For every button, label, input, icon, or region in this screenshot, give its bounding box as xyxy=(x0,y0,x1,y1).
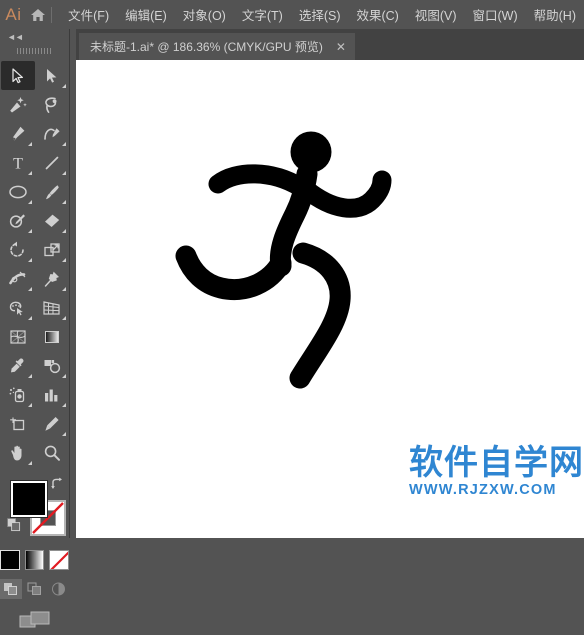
tool-column-graph[interactable] xyxy=(35,380,69,409)
menu-window[interactable]: 窗口(W) xyxy=(465,0,526,29)
flyout-indicator-icon xyxy=(27,403,32,407)
tool-selection[interactable] xyxy=(0,61,35,90)
color-controls xyxy=(0,473,70,548)
flyout-indicator-icon xyxy=(61,432,66,436)
tool-width[interactable] xyxy=(1,264,35,293)
tool-line-segment[interactable] xyxy=(35,148,69,177)
tool-eraser[interactable] xyxy=(35,206,69,235)
tool-shape-builder[interactable] xyxy=(1,293,35,322)
tool-pen[interactable] xyxy=(1,119,35,148)
flyout-indicator-icon xyxy=(27,229,32,233)
flyout-indicator-icon xyxy=(27,461,32,465)
tool-eyedropper[interactable] xyxy=(1,351,35,380)
flyout-indicator-icon xyxy=(61,229,66,233)
tool-gradient[interactable] xyxy=(35,322,69,351)
tool-magic-wand[interactable] xyxy=(1,90,35,119)
soccer-player-artwork[interactable] xyxy=(76,60,584,538)
artboard-canvas[interactable]: 软件自学网 WWW.RJZXW.COM xyxy=(76,60,584,538)
tool-scale[interactable] xyxy=(35,235,69,264)
paint-mode-color[interactable] xyxy=(0,550,20,570)
tool-symbol-sprayer[interactable] xyxy=(1,380,35,409)
flyout-indicator-icon xyxy=(61,142,66,146)
paint-mode-none[interactable] xyxy=(49,550,70,570)
draw-mode-behind[interactable] xyxy=(24,579,46,599)
menu-effect[interactable]: 效果(C) xyxy=(348,0,406,29)
flyout-indicator-icon xyxy=(61,84,66,88)
tool-direct-selection[interactable] xyxy=(35,61,69,90)
menu-divider xyxy=(51,6,53,23)
tool-shaper[interactable] xyxy=(1,206,35,235)
tool-mesh[interactable] xyxy=(1,322,35,351)
tool-rotate[interactable] xyxy=(1,235,35,264)
panel-drag-handle[interactable] xyxy=(0,44,69,58)
flyout-indicator-icon xyxy=(61,200,66,204)
paint-mode-gradient[interactable] xyxy=(24,550,45,570)
document-tab-bar: 未标题-1.ai* @ 186.36% (CMYK/GPU 预览) ✕ xyxy=(76,29,584,60)
tool-slice[interactable] xyxy=(35,409,69,438)
fill-swatch[interactable] xyxy=(11,481,47,517)
flyout-indicator-icon xyxy=(61,287,66,291)
screen-mode-row xyxy=(0,610,69,635)
flyout-indicator-icon xyxy=(27,171,32,175)
collapse-panel-button[interactable]: ◄◄ xyxy=(0,29,69,44)
screen-mode-button[interactable] xyxy=(19,610,51,635)
flyout-indicator-icon xyxy=(27,374,32,378)
tool-zoom[interactable] xyxy=(35,438,69,467)
flyout-indicator-icon xyxy=(61,403,66,407)
flyout-indicator-icon xyxy=(27,258,32,262)
menu-file[interactable]: 文件(F) xyxy=(60,0,117,29)
menu-type[interactable]: 文字(T) xyxy=(234,0,291,29)
home-icon[interactable] xyxy=(27,0,49,29)
close-icon[interactable]: ✕ xyxy=(336,41,346,53)
tool-paintbrush[interactable] xyxy=(35,177,69,206)
tool-type[interactable]: T xyxy=(1,148,35,177)
flyout-indicator-icon xyxy=(27,287,32,291)
flyout-indicator-icon xyxy=(27,200,32,204)
tool-lasso[interactable] xyxy=(35,90,69,119)
draw-mode-normal[interactable] xyxy=(0,579,22,599)
tool-ellipse[interactable] xyxy=(1,177,35,206)
tool-free-transform[interactable] xyxy=(35,264,69,293)
tool-hand[interactable] xyxy=(1,438,35,467)
flyout-indicator-icon xyxy=(61,374,66,378)
illustrator-window: Ai 文件(F) 编辑(E) 对象(O) 文字(T) 选择(S) 效果(C) 视… xyxy=(0,0,584,628)
menu-view[interactable]: 视图(V) xyxy=(407,0,465,29)
tools-panel: ◄◄ T xyxy=(0,29,70,628)
menu-object[interactable]: 对象(O) xyxy=(175,0,234,29)
flyout-indicator-icon xyxy=(61,258,66,262)
flyout-indicator-icon xyxy=(61,316,66,320)
svg-text:T: T xyxy=(13,155,23,172)
drawing-mode-row xyxy=(0,579,69,599)
flyout-indicator-icon xyxy=(61,171,66,175)
app-logo: Ai xyxy=(5,4,22,24)
flyout-indicator-icon xyxy=(27,142,32,146)
tool-artboard[interactable] xyxy=(1,409,35,438)
draw-mode-inside[interactable] xyxy=(47,579,69,599)
tool-blend[interactable] xyxy=(35,351,69,380)
default-fill-stroke-icon[interactable] xyxy=(7,518,21,532)
menu-select[interactable]: 选择(S) xyxy=(291,0,349,29)
swap-fill-stroke-icon[interactable] xyxy=(50,477,64,491)
document-tab-title: 未标题-1.ai* @ 186.36% (CMYK/GPU 预览) xyxy=(90,40,323,54)
tool-perspective-grid[interactable] xyxy=(35,293,69,322)
tool-curvature[interactable] xyxy=(35,119,69,148)
document-tab[interactable]: 未标题-1.ai* @ 186.36% (CMYK/GPU 预览) ✕ xyxy=(79,33,355,60)
paint-mode-row xyxy=(0,550,70,570)
menu-help[interactable]: 帮助(H) xyxy=(526,0,584,29)
menu-bar: Ai 文件(F) 编辑(E) 对象(O) 文字(T) 选择(S) 效果(C) 视… xyxy=(0,0,584,29)
menu-edit[interactable]: 编辑(E) xyxy=(117,0,175,29)
tool-grid: T xyxy=(0,61,69,467)
flyout-indicator-icon xyxy=(27,316,32,320)
